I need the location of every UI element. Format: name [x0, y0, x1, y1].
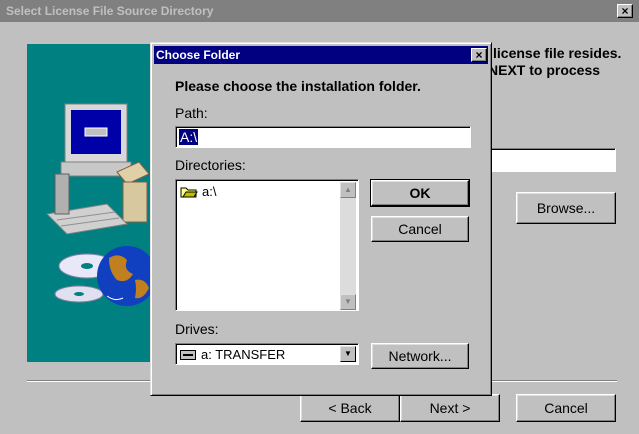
choose-folder-dialog: Choose Folder × Please choose the instal…	[150, 42, 492, 396]
floppy-drive-icon	[180, 349, 196, 360]
back-button-label: < Back	[328, 400, 372, 416]
directories-scrollbar[interactable]: ▲ ▼	[340, 182, 356, 310]
instruction-text-line1: license file resides.	[493, 45, 622, 61]
window-title: Select License File Source Directory	[0, 0, 639, 22]
directory-item[interactable]: a:\	[180, 184, 216, 199]
dialog-titlebar: Choose Folder	[154, 46, 488, 64]
network-button[interactable]: Network...	[371, 343, 469, 369]
dialog-prompt: Please choose the installation folder.	[175, 78, 421, 94]
drives-select-value: a: TRANSFER	[201, 347, 286, 362]
license-path-field[interactable]	[490, 148, 616, 172]
scroll-up-arrow[interactable]: ▲	[340, 182, 356, 198]
close-icon: ×	[475, 48, 483, 62]
chevron-down-icon: ▼	[344, 349, 352, 358]
ok-button[interactable]: OK	[370, 179, 470, 207]
next-button-label: Next >	[429, 400, 471, 416]
dialog-close-button[interactable]: ×	[471, 48, 487, 62]
path-input-value: A:\	[179, 129, 199, 145]
drives-dropdown-button[interactable]: ▼	[340, 346, 356, 362]
path-label: Path:	[175, 105, 208, 121]
outer-cancel-button[interactable]: Cancel	[516, 394, 616, 422]
path-input[interactable]: A:\	[175, 126, 471, 148]
window-close-button[interactable]: ×	[617, 4, 633, 18]
back-button[interactable]: < Back	[300, 394, 400, 422]
setup-illustration	[27, 44, 157, 362]
directories-label: Directories:	[175, 157, 246, 173]
dialog-cancel-button[interactable]: Cancel	[371, 216, 469, 242]
scroll-down-arrow[interactable]: ▼	[340, 294, 356, 310]
directories-list[interactable]: a:\ ▲ ▼	[175, 179, 359, 311]
directory-item-label: a:\	[202, 184, 217, 199]
instruction-text-line2: NEXT to process	[488, 62, 601, 78]
drives-select[interactable]: a: TRANSFER ▼	[175, 343, 359, 365]
browse-button[interactable]: Browse...	[516, 192, 616, 224]
next-button[interactable]: Next >	[400, 394, 500, 422]
open-folder-icon	[180, 187, 198, 197]
close-icon: ×	[621, 4, 629, 18]
computer-globe-illustration	[45, 103, 157, 306]
dialog-title: Choose Folder	[156, 48, 241, 62]
drives-label: Drives:	[175, 321, 219, 337]
